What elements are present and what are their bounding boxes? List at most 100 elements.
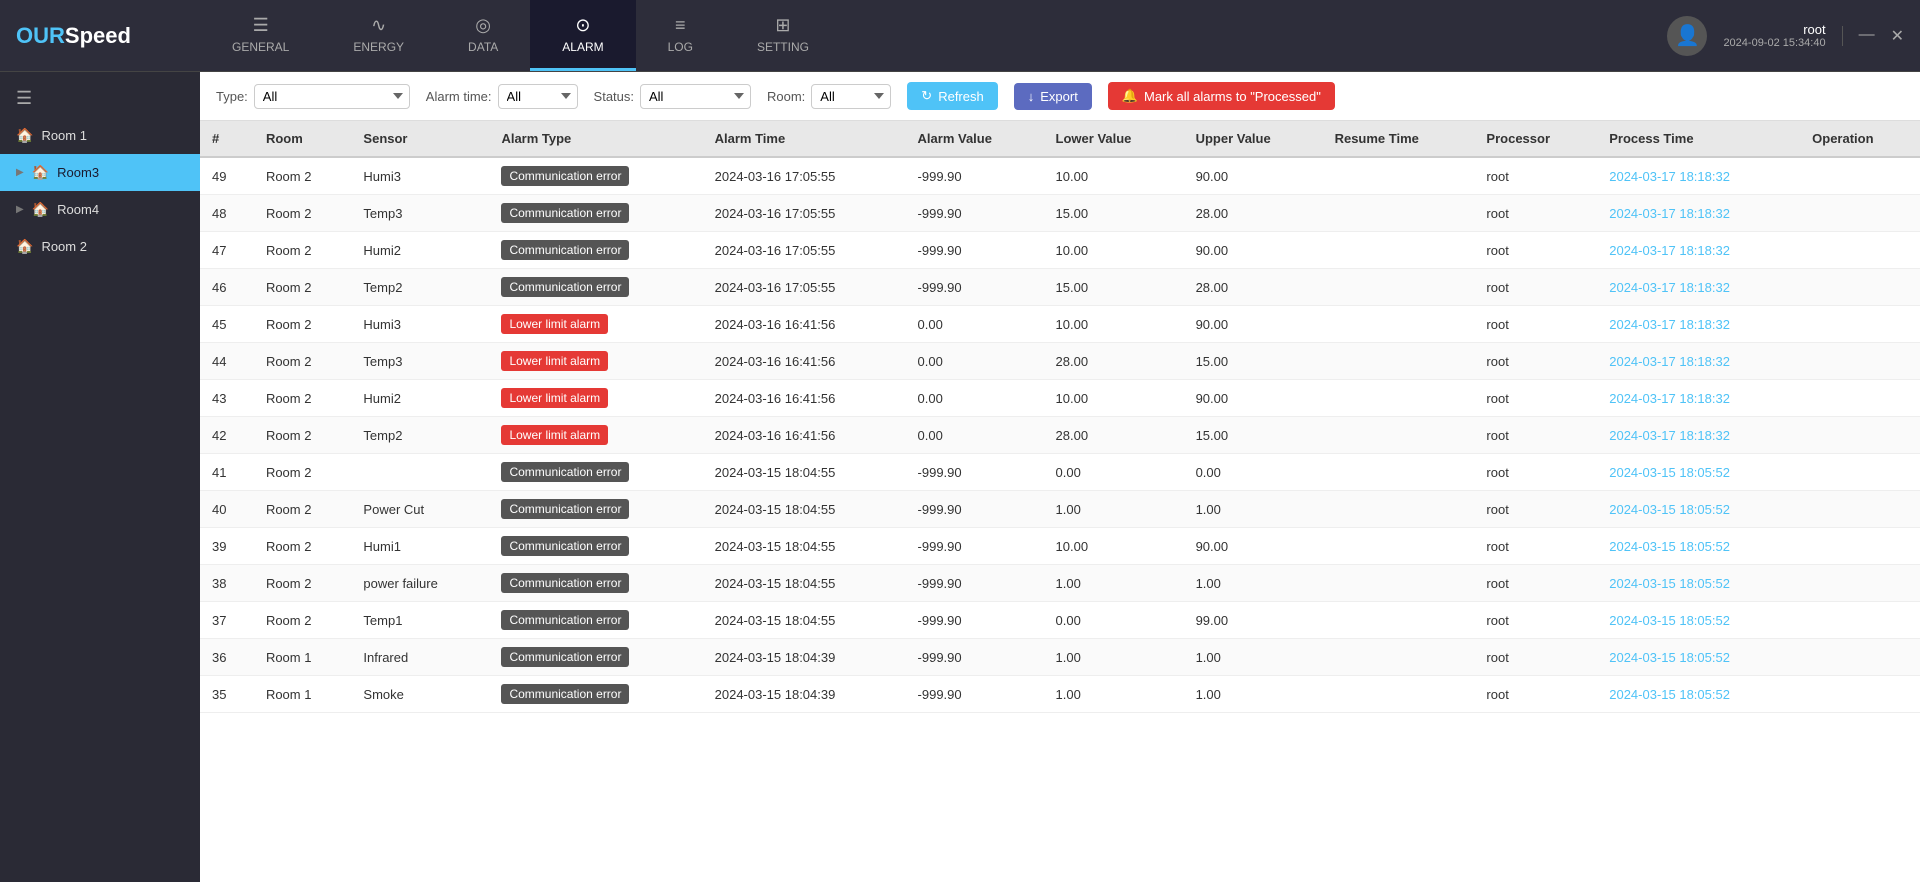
row-process-time: 2024-03-17 18:18:32	[1597, 195, 1800, 232]
mark-button[interactable]: 🔔 Mark all alarms to "Processed"	[1108, 82, 1335, 110]
row-resume-time	[1323, 676, 1475, 713]
row-lower-value: 1.00	[1044, 565, 1184, 602]
row-sensor: Humi1	[351, 528, 489, 565]
alarm-badge: Communication error	[501, 462, 629, 482]
alarm-time-select[interactable]: All	[498, 84, 578, 109]
row-alarm-value: -999.90	[906, 232, 1044, 269]
row-process-time: 2024-03-15 18:05:52	[1597, 528, 1800, 565]
nav-tab-setting[interactable]: ⊞ SETTING	[725, 0, 841, 71]
row-alarm-value: -999.90	[906, 157, 1044, 195]
nav-tab-energy[interactable]: ∿ ENERGY	[321, 0, 436, 71]
room-icon-room4: 🏠	[32, 201, 49, 218]
table-row: 45Room 2Humi3Lower limit alarm2024-03-16…	[200, 306, 1920, 343]
col-header-alarm-time: Alarm Time	[703, 121, 906, 157]
alarm-badge: Communication error	[501, 277, 629, 297]
alarm-badge: Communication error	[501, 573, 629, 593]
nav-tabs: ☰ GENERAL ∿ ENERGY ◎ DATA ⊙ ALARM ≡ LOG …	[200, 0, 1651, 71]
avatar: 👤	[1667, 16, 1707, 56]
alarm-badge: Communication error	[501, 684, 629, 704]
row-operation	[1800, 676, 1920, 713]
sidebar-item-room2[interactable]: 🏠 Room 2	[0, 228, 200, 265]
row-sensor: Infrared	[351, 639, 489, 676]
sidebar-label-room2: Room 2	[41, 239, 87, 254]
process-time-value: 2024-03-15 18:05:52	[1609, 687, 1730, 702]
alarm-badge: Lower limit alarm	[501, 351, 608, 371]
setting-nav-icon: ⊞	[775, 15, 790, 36]
row-resume-time	[1323, 602, 1475, 639]
row-processor: root	[1474, 417, 1597, 454]
mark-label: Mark all alarms to "Processed"	[1144, 89, 1321, 104]
row-processor: root	[1474, 380, 1597, 417]
row-alarm-time: 2024-03-15 18:04:55	[703, 528, 906, 565]
row-alarm-value: -999.90	[906, 454, 1044, 491]
row-lower-value: 0.00	[1044, 454, 1184, 491]
row-operation	[1800, 602, 1920, 639]
table-row: 38Room 2power failureCommunication error…	[200, 565, 1920, 602]
nav-tab-data[interactable]: ◎ DATA	[436, 0, 530, 71]
row-resume-time	[1323, 528, 1475, 565]
process-time-value: 2024-03-15 18:05:52	[1609, 613, 1730, 628]
table-row: 49Room 2Humi3Communication error2024-03-…	[200, 157, 1920, 195]
row-room: Room 2	[254, 491, 351, 528]
logo-our: OUR	[16, 23, 65, 48]
sidebar-item-room4[interactable]: ▶ 🏠 Room4	[0, 191, 200, 228]
status-select[interactable]: All Processed Unprocessed	[640, 84, 751, 109]
refresh-button[interactable]: ↻ Refresh	[907, 82, 997, 110]
row-lower-value: 1.00	[1044, 639, 1184, 676]
process-time-value: 2024-03-15 18:05:52	[1609, 576, 1730, 591]
row-resume-time	[1323, 639, 1475, 676]
alarm-badge: Lower limit alarm	[501, 388, 608, 408]
col-header-room: Room	[254, 121, 351, 157]
row-num: 45	[200, 306, 254, 343]
row-alarm-value: -999.90	[906, 491, 1044, 528]
row-alarm-time: 2024-03-16 16:41:56	[703, 343, 906, 380]
row-upper-value: 15.00	[1184, 343, 1323, 380]
row-lower-value: 1.00	[1044, 676, 1184, 713]
row-alarm-value: -999.90	[906, 269, 1044, 306]
col-header-operation: Operation	[1800, 121, 1920, 157]
row-resume-time	[1323, 306, 1475, 343]
row-operation	[1800, 491, 1920, 528]
table-row: 43Room 2Humi2Lower limit alarm2024-03-16…	[200, 380, 1920, 417]
minimize-button[interactable]: —	[1859, 26, 1875, 46]
room-icon-room2: 🏠	[16, 238, 33, 255]
row-num: 47	[200, 232, 254, 269]
type-filter: Type: All Communication error Lower limi…	[216, 84, 410, 109]
process-time-value: 2024-03-17 18:18:32	[1609, 169, 1730, 184]
room-icon-room3: 🏠	[32, 164, 49, 181]
row-resume-time	[1323, 195, 1475, 232]
row-process-time: 2024-03-17 18:18:32	[1597, 380, 1800, 417]
nav-tab-general[interactable]: ☰ GENERAL	[200, 0, 321, 71]
alarm-badge: Communication error	[501, 536, 629, 556]
nav-tab-log[interactable]: ≡ LOG	[636, 0, 725, 71]
alarm-nav-label: ALARM	[562, 40, 603, 54]
sidebar-item-room3[interactable]: ▶ 🏠 Room3	[0, 154, 200, 191]
header: OURSpeed ☰ GENERAL ∿ ENERGY ◎ DATA ⊙ ALA…	[0, 0, 1920, 72]
nav-tab-alarm[interactable]: ⊙ ALARM	[530, 0, 635, 71]
room-select[interactable]: All Room 1 Room 2 Room3 Room4	[811, 84, 891, 109]
row-room: Room 2	[254, 269, 351, 306]
row-alarm-type: Communication error	[489, 491, 702, 528]
row-lower-value: 10.00	[1044, 157, 1184, 195]
sidebar-header[interactable]: ☰	[0, 80, 200, 117]
close-button[interactable]: ✕	[1891, 26, 1904, 46]
type-select[interactable]: All Communication error Lower limit alar…	[254, 84, 410, 109]
row-upper-value: 90.00	[1184, 306, 1323, 343]
row-num: 36	[200, 639, 254, 676]
row-room: Room 2	[254, 380, 351, 417]
content-area: Type: All Communication error Lower limi…	[200, 72, 1920, 882]
sidebar-item-room1[interactable]: 🏠 Room 1	[0, 117, 200, 154]
row-num: 44	[200, 343, 254, 380]
row-processor: root	[1474, 454, 1597, 491]
table-row: 36Room 1InfraredCommunication error2024-…	[200, 639, 1920, 676]
row-sensor: Temp2	[351, 269, 489, 306]
row-alarm-type: Communication error	[489, 528, 702, 565]
row-processor: root	[1474, 565, 1597, 602]
row-sensor: power failure	[351, 565, 489, 602]
row-alarm-type: Communication error	[489, 232, 702, 269]
export-button[interactable]: ↓ Export	[1014, 83, 1092, 110]
row-upper-value: 1.00	[1184, 565, 1323, 602]
row-resume-time	[1323, 491, 1475, 528]
process-time-value: 2024-03-17 18:18:32	[1609, 428, 1730, 443]
row-alarm-type: Communication error	[489, 269, 702, 306]
